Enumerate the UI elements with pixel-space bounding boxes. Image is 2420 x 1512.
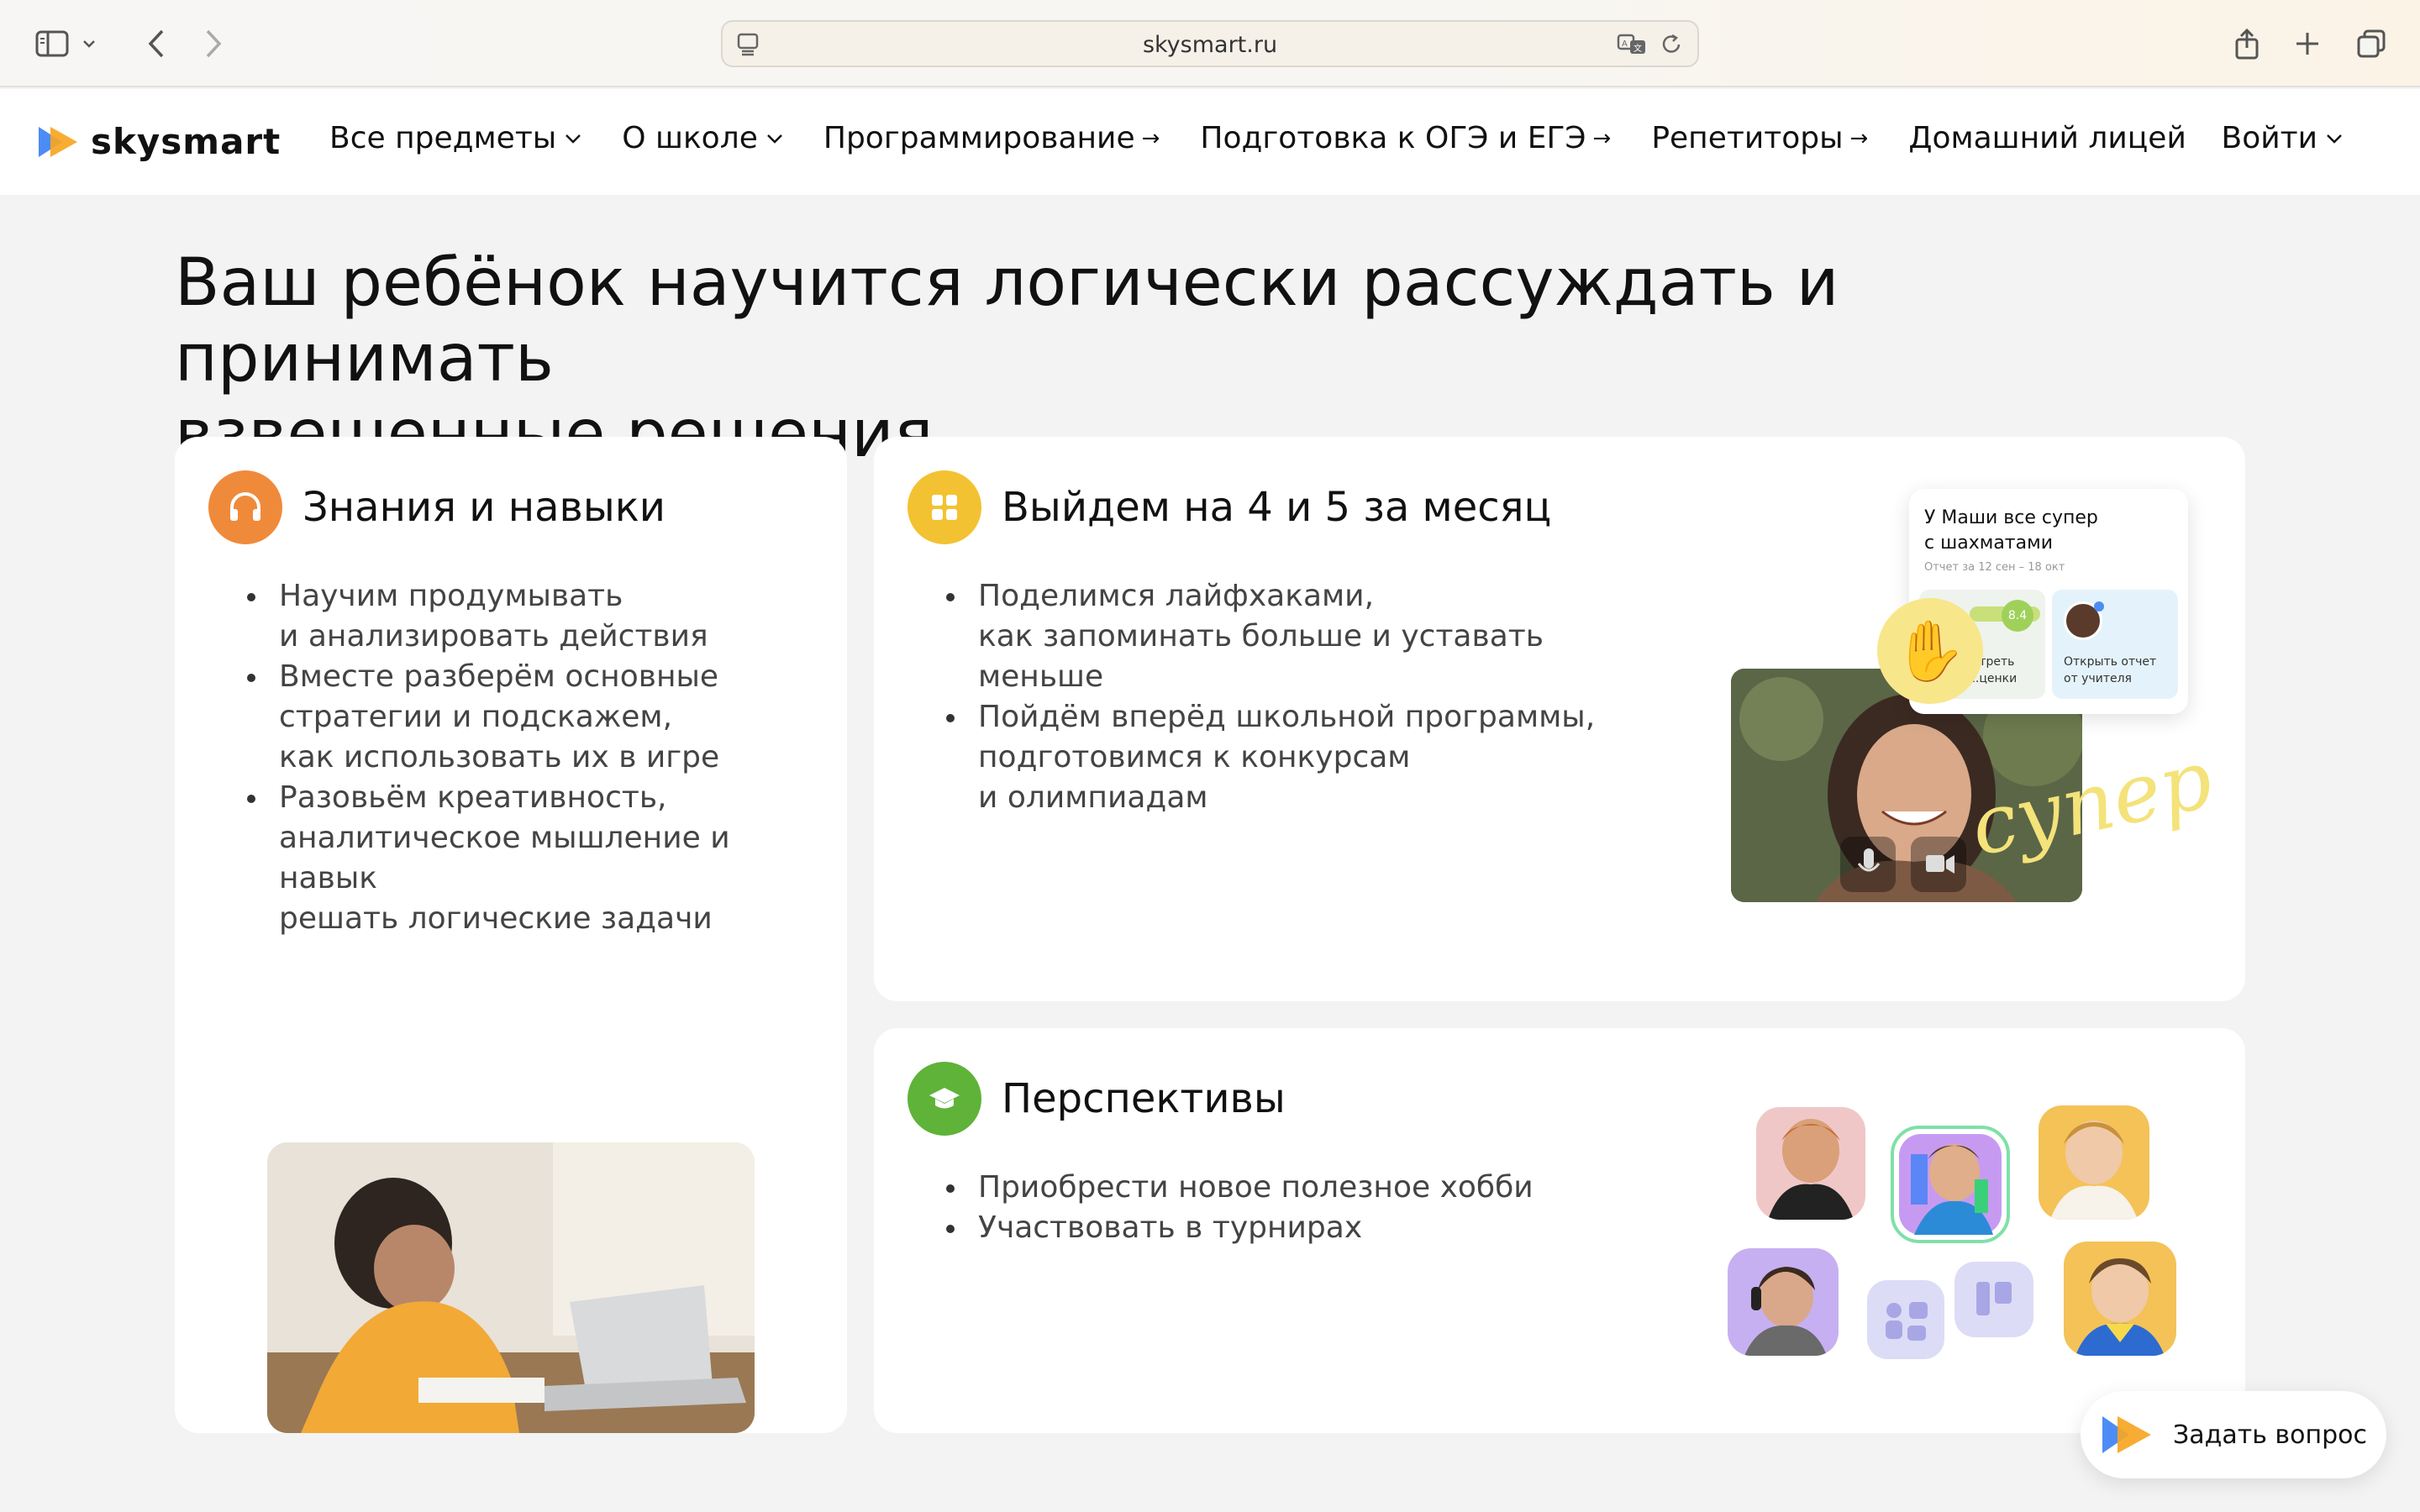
login-button[interactable]: Войти [2222,121,2344,155]
nav-home-lyceum[interactable]: Домашний лицей [1908,121,2186,155]
report-title: У Маши все супер с шахматами [1924,506,2098,556]
list-item: Вместе разберём основные стратегии и под… [242,657,830,778]
nav-label: Все предметы [329,121,557,155]
teacher-report-tile[interactable]: Открыть отчет от учителя [2052,590,2178,699]
forward-icon[interactable] [188,18,239,69]
tab-overview-icon[interactable] [2346,18,2396,69]
student-avatar [1728,1248,1839,1356]
list-item: Научим продумывать и анализировать дейст… [242,576,830,657]
arrow-right-icon: → [1141,125,1160,151]
bullet-text: Пойдём вперёд школьной программы, [978,700,1596,734]
student-avatar [1756,1107,1865,1220]
card-title: Выйдем на 4 и 5 за месяц [1002,484,1552,531]
card-bullets: Приобрести новое полезное хобби Участвов… [941,1168,1630,1248]
ask-question-button[interactable]: Задать вопрос [2081,1391,2386,1478]
nav-label: Программирование [823,121,1135,155]
nav-all-subjects[interactable]: Все предметы [329,121,581,155]
list-item: Поделимся лайфхаками, как запоминать бол… [941,576,1630,697]
people-icon [1867,1280,1944,1359]
teacher-report-label: Открыть отчет от учителя [2064,654,2156,687]
logo-mark-icon [39,126,77,157]
bullet-text: как использовать их в игре [279,740,720,774]
graduation-cap-icon [908,1062,981,1136]
chevron-down-icon [2327,134,2342,144]
ask-question-label: Задать вопрос [2173,1420,2367,1450]
bullet-text: Поделимся лайфхаками, [978,579,1375,613]
headphones-icon [208,470,282,544]
bullet-text: Научим продумывать [279,579,623,613]
nav-about-school[interactable]: О школе [622,121,783,155]
card-bullets: Поделимся лайфхаками, как запоминать бол… [941,576,1630,818]
nav-label: Репетиторы [1651,121,1844,155]
page-title-line-1: Ваш ребёнок научится логически рассуждат… [175,245,1839,396]
bullet-text: и олимпиадам [978,780,1208,815]
chevron-down-icon[interactable] [74,18,104,69]
bullet-text: как запоминать больше и уставать [978,619,1544,654]
site-header: skysmart Все предметы О школе Программир… [0,89,2420,195]
bullet-text: подготовимся к конкурсам [978,740,1411,774]
grid-icon [908,470,981,544]
tile-label: Открыть отчет [2064,655,2157,669]
nav-label: Домашний лицей [1908,121,2186,155]
logo-mark-icon [2102,1416,2151,1453]
list-item: Пойдём вперёд школьной программы, подгот… [941,697,1630,818]
bullet-text: стратегии и подскажем, [279,700,673,734]
student-avatar [2064,1242,2176,1356]
translate-icon[interactable]: A文 [1617,32,1649,60]
report-date: Отчет за 12 сен – 18 окт [1924,561,2065,574]
card-title: Знания и навыки [302,484,666,531]
tile-label: от учителя [2064,672,2132,685]
address-bar[interactable]: skysmart.ru A文 [721,20,1699,67]
bullet-text: решать логические задачи [279,901,713,936]
arrow-right-icon: → [1849,125,1869,151]
logo-text: skysmart [91,121,281,162]
report-title-line: У Маши все супер [1924,507,2098,528]
bullet-text: и анализировать действия [279,619,708,654]
main-nav: Все предметы О школе Программирование → … [329,121,2227,155]
chevron-down-icon [766,134,782,144]
browser-toolbar: skysmart.ru A文 [0,0,2420,87]
arrow-right-icon: → [1592,125,1612,151]
student-writing-photo [267,1142,755,1433]
chevron-down-icon [566,134,581,144]
score-badge: 8.4 [2002,600,2033,632]
board-icon [1954,1262,2033,1337]
raised-hand-icon: ✋ [1877,598,1983,704]
logo[interactable]: skysmart [37,121,281,162]
bullet-text: Приобрести новое полезное хобби [978,1170,1534,1205]
new-tab-icon[interactable] [2282,18,2333,69]
svg-text:A: A [1622,39,1628,49]
login-label: Войти [2221,121,2318,155]
bullet-text: Вместе разберём основные [279,659,719,694]
student-avatar-highlighted [1891,1126,2010,1243]
nav-label: О школе [622,121,758,155]
back-icon[interactable] [131,18,182,69]
nav-label: Подготовка к ОГЭ и ЕГЭ [1200,121,1586,155]
list-item: Приобрести новое полезное хобби [941,1168,1630,1208]
list-item: Участвовать в турнирах [941,1208,1630,1248]
share-icon[interactable] [2222,18,2272,69]
card-title: Перспективы [1002,1075,1286,1122]
svg-text:文: 文 [1634,43,1642,54]
student-avatar [2039,1105,2149,1220]
nav-programming[interactable]: Программирование → [823,121,1160,155]
nav-tutors[interactable]: Репетиторы → [1651,121,1868,155]
list-item: Разовьём креативность, аналитическое мыш… [242,778,830,939]
url-text: skysmart.ru [1142,32,1278,58]
card-bullets: Научим продумывать и анализировать дейст… [242,576,830,939]
nav-exam-prep[interactable]: Подготовка к ОГЭ и ЕГЭ → [1200,121,1611,155]
bullet-text: Разовьём креативность, [279,780,667,815]
online-dot [2094,601,2104,612]
bullet-text: Участвовать в турнирах [978,1210,1363,1245]
report-title-line: с шахматами [1924,533,2053,554]
bullet-text: аналитическое мышление и навык [279,821,730,895]
sidebar-toggle-icon[interactable] [27,18,77,69]
card-prospects: Перспективы Приобрести новое полезное хо… [874,1028,2245,1433]
reload-icon[interactable] [1660,32,1684,60]
bullet-text: меньше [978,659,1104,694]
